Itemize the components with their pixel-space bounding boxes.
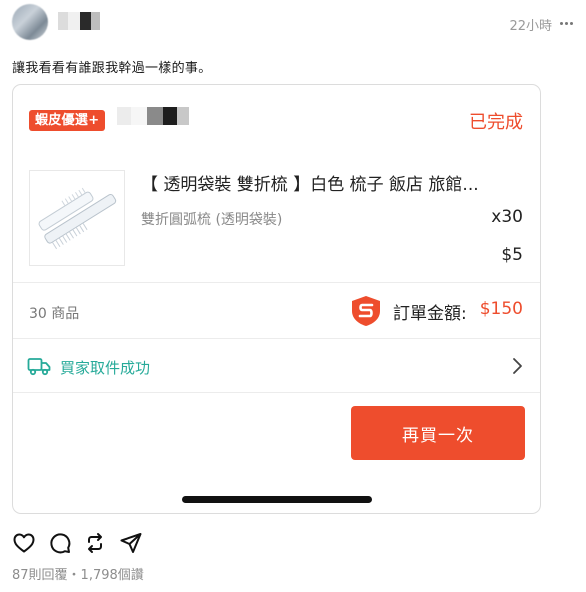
post-text: 讓我看看有誰跟我幹過一樣的事。 xyxy=(12,61,212,76)
post-stats[interactable]: 87則回覆・1,798個讚 xyxy=(12,564,144,583)
product-image[interactable] xyxy=(29,170,125,266)
folding-comb-image xyxy=(38,187,117,250)
post-header: 22小時 xyxy=(0,0,586,46)
heart-icon[interactable] xyxy=(12,531,36,555)
product-price: $5 xyxy=(501,245,523,265)
order-status: 已完成 xyxy=(469,112,523,133)
chevron-right-icon[interactable] xyxy=(512,356,524,376)
home-indicator xyxy=(182,496,372,503)
repost-icon[interactable] xyxy=(83,531,107,555)
product-variant: 雙折圓弧梳 (透明袋裝) xyxy=(141,212,283,228)
divider xyxy=(13,282,540,283)
order-card[interactable]: 蝦皮優選+ 已完成 【 透明袋裝 雙折梳 】白色 梳子 飯店 旅館... 雙折圓… xyxy=(12,84,541,514)
divider xyxy=(13,338,540,339)
order-total-label: 訂單金額: xyxy=(393,304,467,324)
username-blurred[interactable] xyxy=(58,12,100,30)
post-time: 22小時 xyxy=(509,19,552,34)
shipping-status[interactable]: 買家取件成功 xyxy=(60,357,150,378)
more-icon[interactable] xyxy=(560,22,574,26)
shopee-guarantee-shield-icon xyxy=(352,296,380,326)
item-count: 30 商品 xyxy=(29,306,80,322)
product-quantity: x30 xyxy=(491,207,523,227)
avatar[interactable] xyxy=(12,4,48,40)
shop-badge: 蝦皮優選+ xyxy=(29,110,106,131)
order-total-value: $150 xyxy=(479,299,523,319)
shop-name-blurred xyxy=(117,107,201,131)
buy-again-button[interactable]: 再買一次 xyxy=(351,406,525,460)
product-title[interactable]: 【 透明袋裝 雙折梳 】白色 梳子 飯店 旅館... xyxy=(141,170,531,195)
divider xyxy=(13,392,540,393)
truck-icon xyxy=(27,358,51,376)
comment-icon[interactable] xyxy=(48,531,72,555)
share-icon[interactable] xyxy=(119,531,143,555)
